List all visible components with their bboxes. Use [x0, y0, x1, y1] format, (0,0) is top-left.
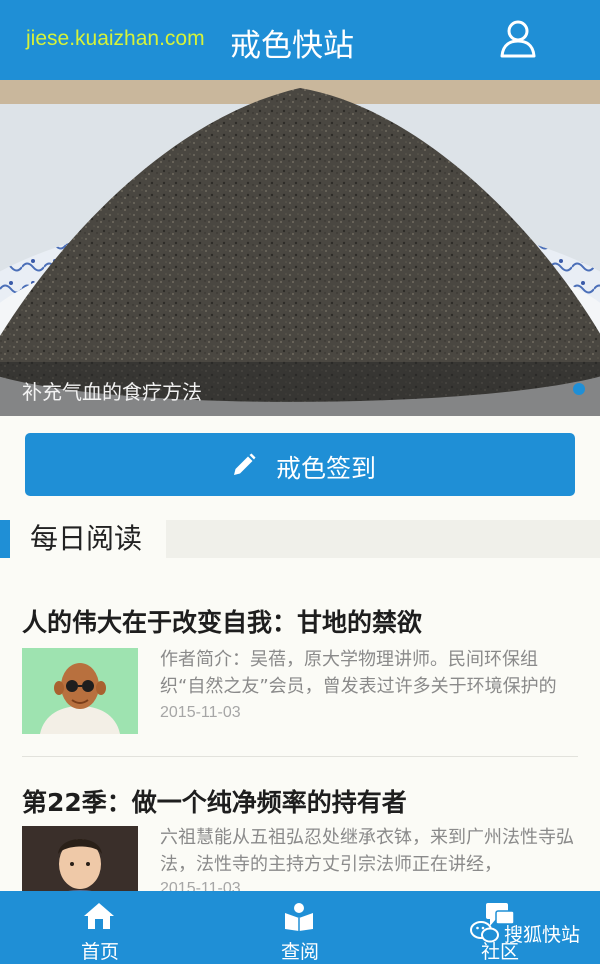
- article-divider: [22, 756, 578, 757]
- wechat-icon: [470, 921, 499, 943]
- section-title: 每日阅读: [30, 522, 143, 555]
- article-summary: 六祖慧能从五祖弘忍处继承衣钵，来到广州法性寺弘法，法性寺的主持方丈引宗法师正在讲…: [160, 827, 574, 875]
- article-thumbnail[interactable]: [22, 648, 138, 734]
- slide-indicator-dot[interactable]: [573, 383, 585, 395]
- checkin-label[interactable]: 戒色签到: [276, 449, 376, 485]
- nav-label-browse: 查阅: [280, 941, 319, 963]
- user-button[interactable]: [498, 18, 538, 60]
- article-summary: 作者简介：吴蓓，原大学物理讲师。民间环保组织“自然之友”会员，曾发表过许多关于环…: [160, 649, 557, 697]
- site-url[interactable]: jiese.kuaizhan.com: [26, 27, 205, 51]
- book-icon: [285, 903, 313, 931]
- nav-item-browse[interactable]: 查阅: [240, 891, 360, 964]
- banner-caption[interactable]: 补充气血的食疗方法: [22, 376, 202, 405]
- article-title[interactable]: 人的伟大在于改变自我：甘地的禁欲: [22, 603, 422, 639]
- article-thumbnail-image: [22, 648, 138, 734]
- watermark-text: 搜狐快站: [504, 924, 581, 946]
- user-icon: [500, 20, 536, 58]
- article-title[interactable]: 第22季：做一个纯净频率的持有者: [22, 783, 407, 819]
- page-title: 戒色快站: [230, 28, 354, 64]
- nav-item-home[interactable]: 首页: [40, 891, 160, 964]
- section-accent: [0, 520, 10, 558]
- article-date: 2015-11-03: [160, 704, 241, 721]
- home-icon: [84, 903, 114, 929]
- nav-label-home: 首页: [80, 941, 119, 963]
- pencil-icon: [234, 453, 256, 475]
